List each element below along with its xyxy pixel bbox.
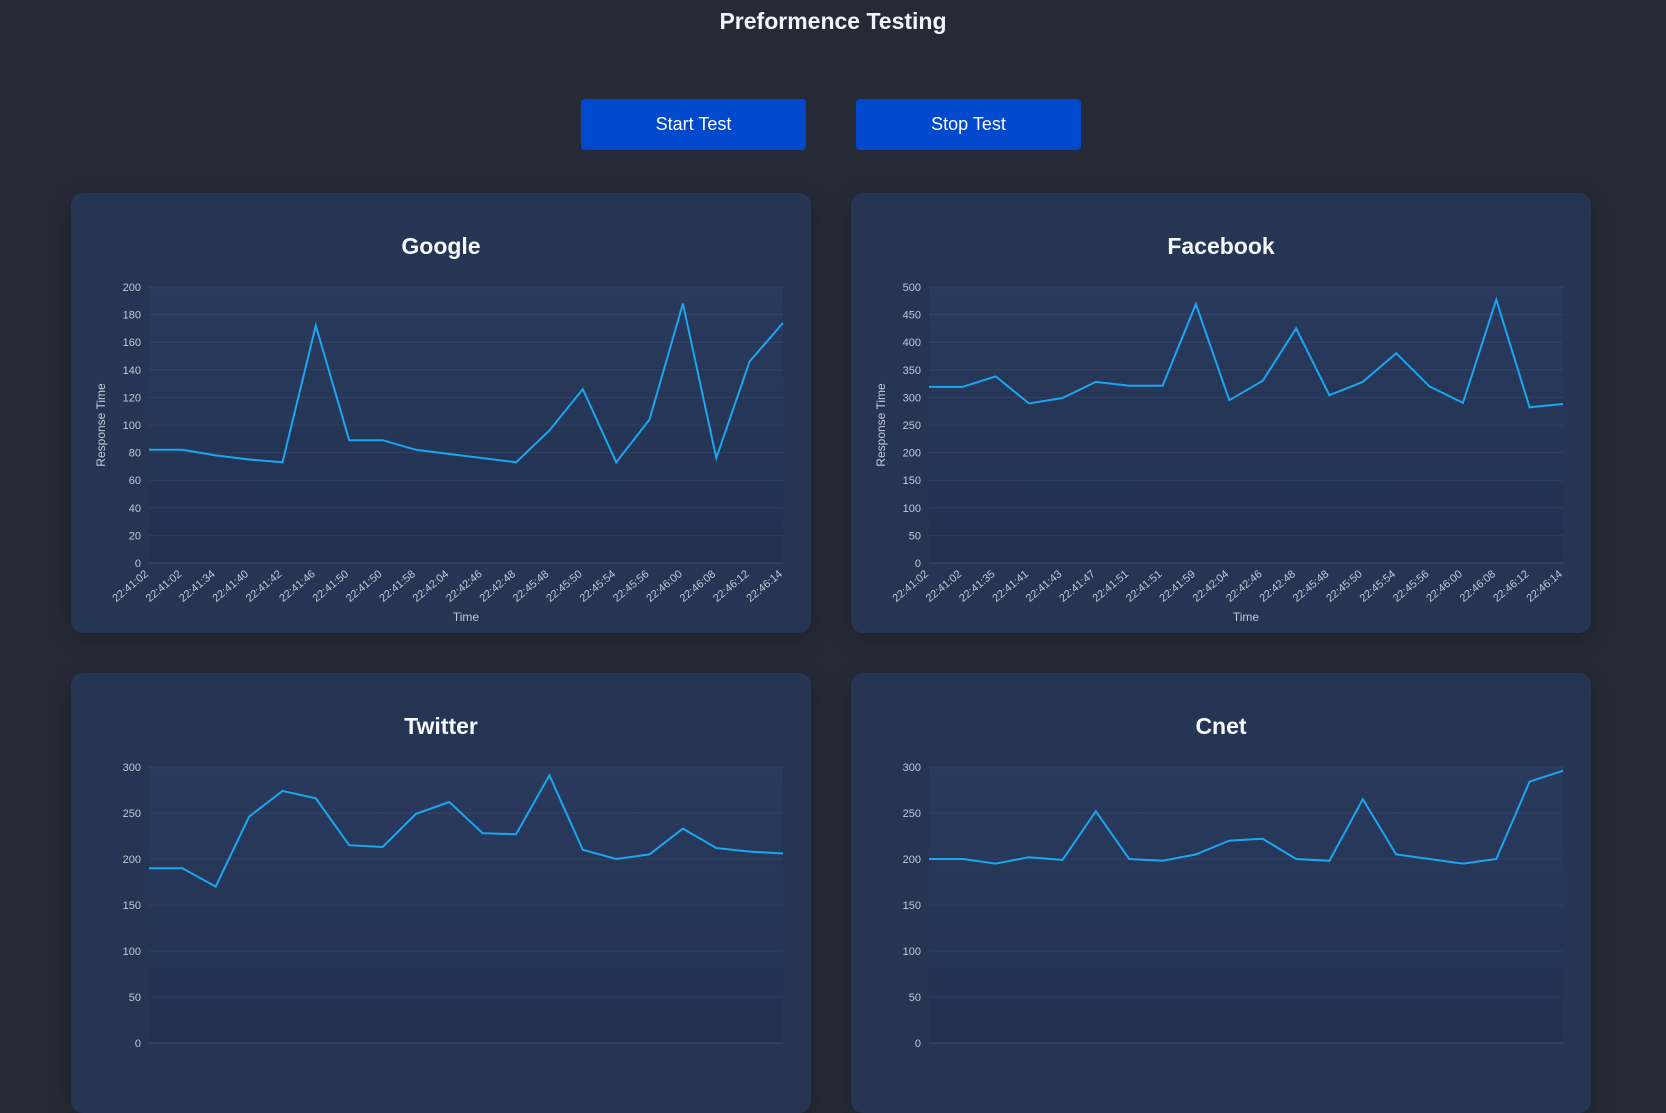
chart-card-cnet: 0 50 100 150 200 250 300 Cnet [851, 673, 1591, 1113]
y-tick-label: 50 [909, 530, 921, 542]
chart-title: Cnet [1195, 713, 1247, 739]
x-tick-label: 22:42:04 [411, 568, 452, 605]
y-tick-label: 100 [123, 946, 141, 958]
x-tick-label: 22:41:47 [1057, 568, 1098, 605]
x-tick-label: 22:41:02 [890, 568, 931, 605]
x-tick-label: 22:41:41 [991, 568, 1032, 605]
x-tick-label: 22:45:56 [1391, 568, 1432, 605]
y-tick-label: 80 [129, 448, 141, 460]
y-tick-label: 500 [903, 282, 921, 294]
y-axis-title: Response Time [874, 383, 888, 467]
y-tick-label: 0 [135, 558, 141, 570]
y-tick-label: 200 [123, 854, 141, 866]
x-tick-label: 22:41:02 [144, 568, 185, 605]
x-tick-label: 22:41:51 [1124, 568, 1165, 605]
y-tick-label: 20 [129, 530, 141, 542]
y-tick-label: 40 [129, 503, 141, 515]
x-tick-label: 22:41:46 [277, 568, 318, 605]
start-test-button[interactable]: Start Test [581, 99, 806, 150]
y-tick-label: 300 [123, 762, 141, 774]
x-tick-label: 22:45:50 [544, 568, 585, 605]
page-title: Preformence Testing [719, 8, 947, 34]
chart-title: Facebook [1167, 233, 1275, 259]
x-tick-label: 22:41:34 [177, 568, 218, 605]
x-tick-label: 22:46:00 [1424, 568, 1465, 605]
x-tick-label: 22:42:48 [1257, 568, 1298, 605]
y-tick-label: 250 [903, 808, 921, 820]
y-tick-label: 200 [123, 282, 141, 294]
x-tick-label: 22:42:48 [477, 568, 518, 605]
x-tick-label: 22:46:12 [711, 568, 752, 605]
x-tick-label: 22:41:42 [244, 568, 285, 605]
x-tick-label: 22:41:58 [377, 568, 418, 605]
x-tick-label: 22:45:56 [611, 568, 652, 605]
x-tick-label: 22:41:02 [924, 568, 965, 605]
x-tick-label: 22:45:48 [1291, 568, 1332, 605]
y-tick-label: 0 [915, 558, 921, 570]
y-tick-label: 150 [123, 900, 141, 912]
y-tick-label: 160 [123, 337, 141, 349]
x-tick-label: 22:46:08 [1458, 568, 1499, 605]
chart-card-google: 0 20 40 60 80 100 120 140 160 180 200 22:41:02 22:41… [71, 193, 811, 633]
x-axis-title: Time [1233, 610, 1260, 624]
y-tick-label: 100 [903, 503, 921, 515]
y-tick-label: 450 [903, 310, 921, 322]
x-tick-label: 22:42:46 [1224, 568, 1265, 605]
y-tick-label: 60 [129, 475, 141, 487]
chart-card-facebook: 0 50 100 150 200 250 300 350 400 450 500 22:41:02 22… [851, 193, 1591, 633]
y-tick-label: 150 [903, 475, 921, 487]
x-tick-label: 22:46:14 [1524, 568, 1565, 605]
y-tick-label: 300 [903, 762, 921, 774]
x-tick-label: 22:45:54 [578, 568, 619, 605]
y-tick-label: 200 [903, 854, 921, 866]
x-tick-label: 22:45:48 [511, 568, 552, 605]
x-tick-label: 22:41:51 [1091, 568, 1132, 605]
x-axis-title: Time [453, 610, 480, 624]
y-tick-label: 100 [123, 420, 141, 432]
y-tick-label: 200 [903, 448, 921, 460]
x-tick-label: 22:41:50 [344, 568, 385, 605]
y-tick-label: 100 [903, 946, 921, 958]
y-tick-label: 140 [123, 365, 141, 377]
x-tick-label: 22:42:04 [1191, 568, 1232, 605]
x-tick-label: 22:41:35 [957, 568, 998, 605]
stop-test-button[interactable]: Stop Test [856, 99, 1081, 150]
y-tick-label: 50 [909, 992, 921, 1004]
y-tick-label: 150 [903, 900, 921, 912]
x-tick-label: 22:45:54 [1358, 568, 1399, 605]
chart-title: Google [401, 233, 481, 259]
y-tick-label: 0 [135, 1038, 141, 1050]
x-tick-label: 22:46:00 [644, 568, 685, 605]
y-tick-label: 350 [903, 365, 921, 377]
y-tick-label: 250 [123, 808, 141, 820]
y-tick-label: 180 [123, 310, 141, 322]
x-tick-label: 22:46:14 [744, 568, 785, 605]
y-tick-label: 50 [129, 992, 141, 1004]
x-tick-label: 22:41:43 [1024, 568, 1065, 605]
x-tick-label: 22:46:12 [1491, 568, 1532, 605]
chart-card-twitter: 0 50 100 150 200 250 300 Twitter [71, 673, 811, 1113]
y-tick-label: 120 [123, 392, 141, 404]
y-tick-label: 400 [903, 337, 921, 349]
chart-title: Twitter [404, 713, 478, 739]
x-tick-label: 22:41:59 [1157, 568, 1198, 605]
x-tick-label: 22:41:02 [110, 568, 151, 605]
x-tick-label: 22:41:40 [211, 568, 252, 605]
y-tick-label: 0 [915, 1038, 921, 1050]
x-tick-label: 22:45:50 [1324, 568, 1365, 605]
x-tick-label: 22:46:08 [678, 568, 719, 605]
x-tick-label: 22:41:50 [311, 568, 352, 605]
x-tick-label: 22:42:46 [444, 568, 485, 605]
y-tick-label: 300 [903, 392, 921, 404]
y-tick-label: 250 [903, 420, 921, 432]
y-axis-title: Response Time [94, 383, 108, 467]
